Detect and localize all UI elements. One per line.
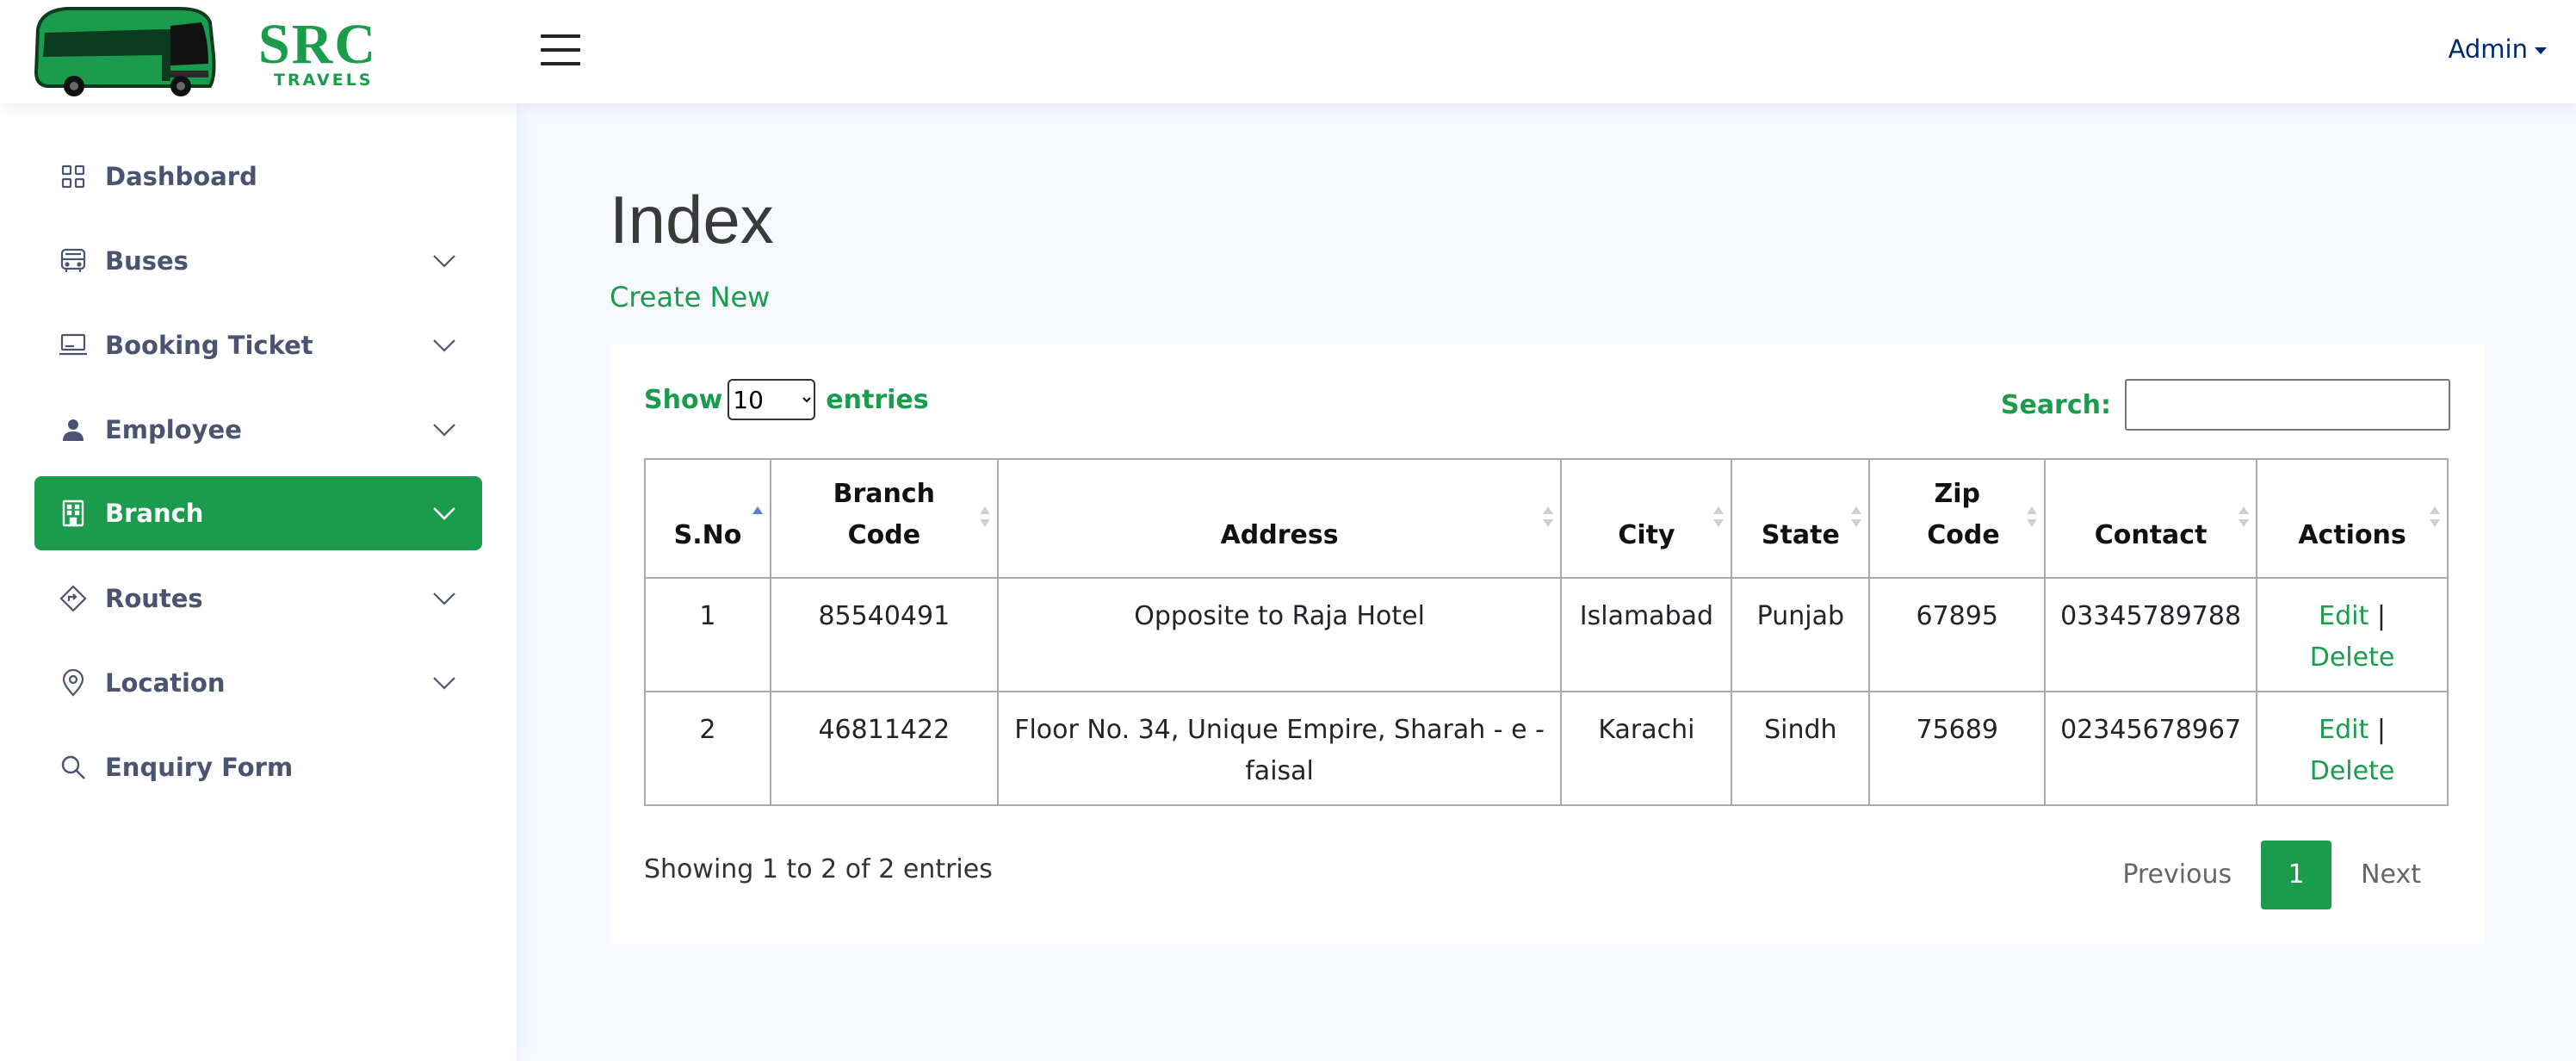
table-row: 2 46811422 Floor No. 34, Unique Empire, … xyxy=(644,691,2449,806)
sort-icon xyxy=(2027,506,2038,529)
column-header-sno[interactable]: S.No xyxy=(644,458,771,579)
sidebar-item-label: Branch xyxy=(105,499,204,528)
search-label: Search: xyxy=(2000,389,2111,420)
sidebar-item-label: Employee xyxy=(105,415,242,444)
column-header-city[interactable]: City xyxy=(1560,458,1733,579)
entries-label: entries xyxy=(826,384,929,415)
brand-logo[interactable]: SRC TRAVELS xyxy=(33,3,375,100)
sort-icon xyxy=(1851,506,1862,529)
entries-select[interactable]: 10 25 50 100 xyxy=(728,379,816,420)
sidebar-item-label: Buses xyxy=(105,246,189,276)
sort-icon xyxy=(2239,506,2250,529)
page-button-current[interactable]: 1 xyxy=(2261,841,2332,909)
action-separator: | xyxy=(2376,715,2386,745)
cell-city: Karachi xyxy=(1560,691,1733,806)
table-info: Showing 1 to 2 of 2 entries xyxy=(644,854,993,884)
bus-icon xyxy=(59,246,88,276)
chevron-down-icon xyxy=(433,507,455,520)
search-icon xyxy=(59,753,88,782)
sidebar-item-label: Location xyxy=(105,668,226,698)
cell-contact: 02345678967 xyxy=(2044,691,2258,806)
chevron-down-icon xyxy=(433,593,455,605)
column-header-actions[interactable]: Actions xyxy=(2256,458,2449,579)
sort-icon xyxy=(979,506,990,529)
cell-state: Sindh xyxy=(1731,691,1871,806)
cell-branch-code: 85540491 xyxy=(769,577,999,692)
edit-link[interactable]: Edit xyxy=(2319,715,2369,745)
table-row: 1 85540491 Opposite to Raja Hotel Islama… xyxy=(644,577,2449,692)
action-separator: | xyxy=(2376,601,2386,631)
sidebar: Dashboard Buses Booking Ticket Employee … xyxy=(0,103,517,1061)
column-header-zip-code[interactable]: Zip Code xyxy=(1868,458,2047,579)
show-label: Show xyxy=(644,384,723,415)
chevron-down-icon xyxy=(433,677,455,690)
sidebar-item-location[interactable]: Location xyxy=(34,646,482,720)
sidebar-item-label: Booking Ticket xyxy=(105,331,313,360)
sidebar-item-dashboard[interactable]: Dashboard xyxy=(34,140,482,214)
search-input[interactable] xyxy=(2125,379,2450,431)
previous-page-button[interactable]: Previous xyxy=(2093,841,2261,909)
cell-contact: 03345789788 xyxy=(2044,577,2258,692)
column-header-contact[interactable]: Contact xyxy=(2044,458,2258,579)
edit-link[interactable]: Edit xyxy=(2319,601,2369,631)
user-name: Admin xyxy=(2448,34,2528,64)
table-header-row: S.No Branch Code Address City State Zip … xyxy=(644,458,2449,579)
cell-zip-code: 75689 xyxy=(1868,691,2047,806)
brand-name: SRC xyxy=(258,13,378,76)
cell-sno: 2 xyxy=(644,691,771,806)
sidebar-item-label: Enquiry Form xyxy=(105,753,294,782)
menu-toggle-icon[interactable] xyxy=(541,34,580,69)
sidebar-item-label: Dashboard xyxy=(105,162,257,191)
sidebar-item-buses[interactable]: Buses xyxy=(34,224,482,298)
cell-state: Punjab xyxy=(1731,577,1871,692)
sidebar-item-label: Routes xyxy=(105,584,203,613)
sidebar-item-booking-ticket[interactable]: Booking Ticket xyxy=(34,308,482,382)
chevron-down-icon xyxy=(433,339,455,352)
bus-logo-icon xyxy=(34,7,216,96)
building-icon xyxy=(59,499,88,528)
cell-sno: 1 xyxy=(644,577,771,692)
column-header-state[interactable]: State xyxy=(1731,458,1871,579)
column-header-address[interactable]: Address xyxy=(996,458,1563,579)
delete-link[interactable]: Delete xyxy=(2310,642,2395,673)
pagination: Previous 1 Next xyxy=(2093,841,2450,909)
signpost-icon xyxy=(59,584,88,613)
cell-actions: Edit | Delete xyxy=(2256,577,2449,692)
cell-branch-code: 46811422 xyxy=(769,691,999,806)
column-header-branch-code[interactable]: Branch Code xyxy=(769,458,999,579)
sort-icon xyxy=(1543,506,1554,529)
cell-city: Islamabad xyxy=(1560,577,1733,692)
cell-address: Opposite to Raja Hotel xyxy=(996,577,1563,692)
create-new-link[interactable]: Create New xyxy=(610,281,770,313)
grid-icon xyxy=(59,162,88,191)
person-icon xyxy=(59,415,88,444)
branch-table: S.No Branch Code Address City State Zip … xyxy=(644,458,2449,806)
caret-down-icon xyxy=(2535,47,2547,54)
table-search: Search: xyxy=(2001,379,2450,431)
entries-length-control: Show 10 25 50 100 entries xyxy=(644,379,929,420)
delete-link[interactable]: Delete xyxy=(2310,756,2395,786)
cell-zip-code: 67895 xyxy=(1868,577,2047,692)
sort-icon xyxy=(1713,506,1725,529)
sort-ascending-icon xyxy=(752,506,763,529)
table-card: Show 10 25 50 100 entries Search: S.No B… xyxy=(610,344,2485,944)
sort-icon xyxy=(2430,506,2440,529)
cell-address: Floor No. 34, Unique Empire, Sharah - e … xyxy=(996,691,1563,806)
brand-tagline: TRAVELS xyxy=(274,71,374,90)
sidebar-item-branch[interactable]: Branch xyxy=(34,476,482,550)
chevron-down-icon xyxy=(433,424,455,437)
page-title: Index xyxy=(610,182,774,257)
map-pin-icon xyxy=(59,668,88,698)
cell-actions: Edit | Delete xyxy=(2256,691,2449,806)
sidebar-item-employee[interactable]: Employee xyxy=(34,393,482,467)
sidebar-item-enquiry-form[interactable]: Enquiry Form xyxy=(34,730,482,804)
next-page-button[interactable]: Next xyxy=(2331,841,2450,909)
sidebar-item-routes[interactable]: Routes xyxy=(34,562,482,636)
chevron-down-icon xyxy=(433,255,455,268)
user-menu[interactable]: Admin xyxy=(2449,34,2547,64)
top-bar: SRC TRAVELS Admin xyxy=(0,0,2576,103)
laptop-icon xyxy=(59,331,88,360)
